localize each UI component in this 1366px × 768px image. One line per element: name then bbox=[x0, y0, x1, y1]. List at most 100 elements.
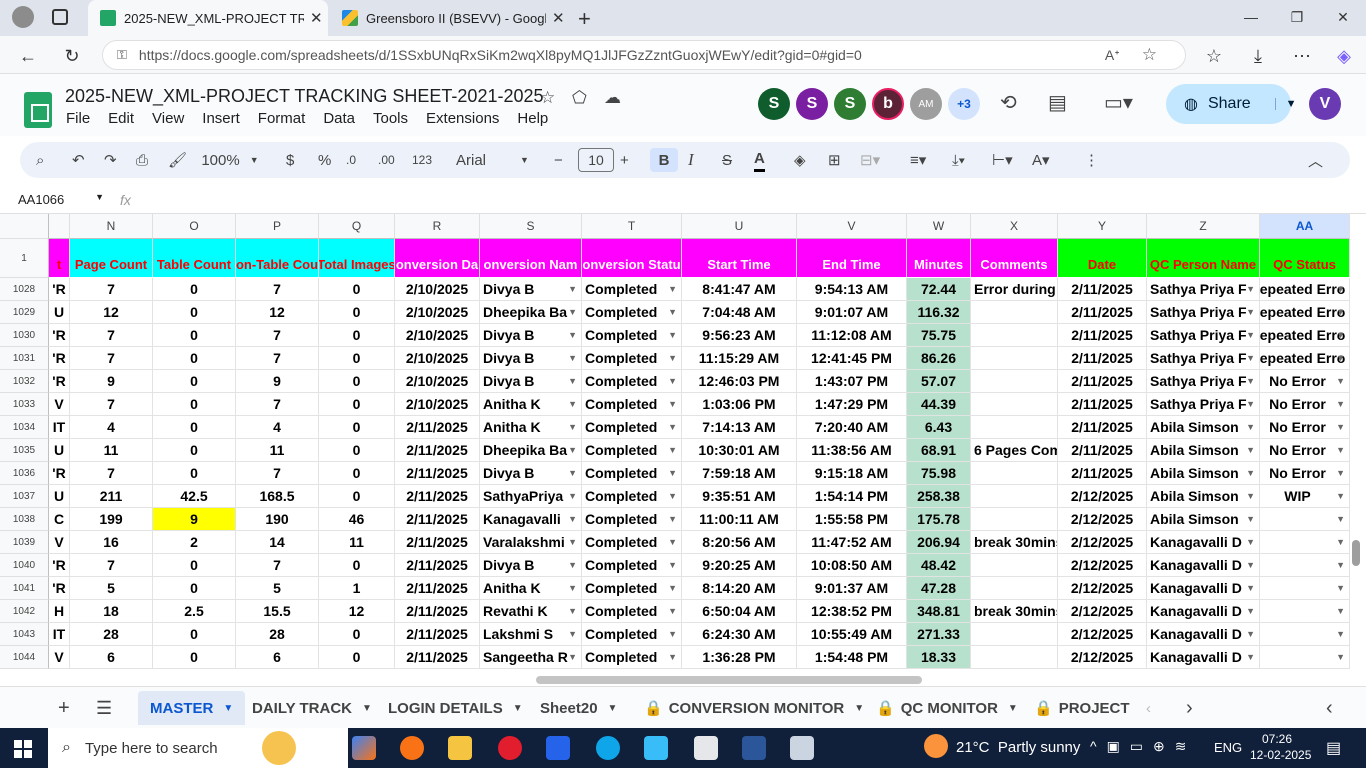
header-cell[interactable]: onversion Statu bbox=[582, 239, 682, 277]
dropdown-chip-icon[interactable]: ▼ bbox=[668, 307, 677, 317]
cell-z[interactable]: Sathya Priya F ▼ bbox=[1147, 347, 1260, 370]
cell-r[interactable]: 2/10/2025 bbox=[395, 347, 480, 370]
document-title[interactable]: 2025-NEW_XML-PROJECT TRACKING SHEET-2021… bbox=[65, 86, 544, 107]
dropdown-chip-icon[interactable]: ▼ bbox=[1336, 652, 1345, 662]
cell-x[interactable] bbox=[971, 416, 1058, 439]
dropdown-chip-icon[interactable]: ▼ bbox=[1336, 468, 1345, 478]
row-header[interactable]: 1031 bbox=[0, 347, 49, 370]
cell-m[interactable]: IT bbox=[49, 623, 70, 646]
row-header[interactable]: 1042 bbox=[0, 600, 49, 623]
cell-v[interactable]: 11:38:56 AM bbox=[797, 439, 907, 462]
dropdown-chip-icon[interactable]: ▼ bbox=[568, 606, 577, 616]
cell-q[interactable]: 0 bbox=[319, 439, 395, 462]
cell-t[interactable]: Completed ▼ bbox=[582, 646, 682, 669]
cell-o[interactable]: 0 bbox=[153, 646, 236, 669]
cell-o[interactable]: 0 bbox=[153, 278, 236, 301]
menu-tools[interactable]: Tools bbox=[373, 110, 408, 127]
cell-x[interactable] bbox=[971, 508, 1058, 531]
weather-text[interactable]: 21°C Partly sunny bbox=[956, 739, 1080, 756]
cell-u[interactable]: 9:35:51 AM bbox=[682, 485, 797, 508]
browser-tab-drive[interactable]: Greensboro II (BSEVV) - Google D ✕ bbox=[330, 0, 570, 36]
cell-v[interactable]: 11:47:52 AM bbox=[797, 531, 907, 554]
dropdown-chip-icon[interactable]: ▼ bbox=[1246, 330, 1255, 340]
cell-t[interactable]: Completed ▼ bbox=[582, 600, 682, 623]
cell-aa[interactable]: No Error ▼ bbox=[1260, 370, 1350, 393]
zoom-select[interactable]: 100% ▼ bbox=[200, 148, 260, 172]
cell-n[interactable]: 211 bbox=[70, 485, 153, 508]
cell-w[interactable]: 47.28 bbox=[907, 577, 971, 600]
dropdown-chip-icon[interactable]: ▼ bbox=[568, 629, 577, 639]
cell-n[interactable]: 11 bbox=[70, 439, 153, 462]
cell-p[interactable]: 9 bbox=[236, 370, 319, 393]
dropdown-chip-icon[interactable]: ▼ bbox=[668, 330, 677, 340]
cell-u[interactable]: 9:20:25 AM bbox=[682, 554, 797, 577]
cell-m[interactable]: U bbox=[49, 439, 70, 462]
chevron-down-icon[interactable]: ▼ bbox=[513, 703, 523, 714]
dropdown-chip-icon[interactable]: ▼ bbox=[668, 537, 677, 547]
back-icon[interactable]: ← bbox=[14, 42, 42, 70]
more-icon[interactable]: ⋯ bbox=[1288, 42, 1316, 70]
row-header[interactable]: 1029 bbox=[0, 301, 49, 324]
cell-q[interactable]: 0 bbox=[319, 485, 395, 508]
font-select[interactable]: Arial ▼ bbox=[456, 148, 536, 172]
increase-font-size-icon[interactable]: + bbox=[620, 148, 629, 172]
dropdown-chip-icon[interactable]: ▼ bbox=[568, 399, 577, 409]
dropdown-chip-icon[interactable]: ▼ bbox=[1246, 445, 1255, 455]
cell-u[interactable]: 7:04:48 AM bbox=[682, 301, 797, 324]
cell-q[interactable]: 1 bbox=[319, 577, 395, 600]
cell-q[interactable]: 0 bbox=[319, 278, 395, 301]
borders-icon[interactable]: ⊞ bbox=[828, 148, 841, 172]
cell-r[interactable]: 2/11/2025 bbox=[395, 462, 480, 485]
taskbar-search[interactable]: ⌕ Type here to search bbox=[48, 728, 348, 768]
row-header[interactable]: 1037 bbox=[0, 485, 49, 508]
cell-o[interactable]: 0 bbox=[153, 347, 236, 370]
dropdown-chip-icon[interactable]: ▼ bbox=[1246, 560, 1255, 570]
chevron-down-icon[interactable]: ▼ bbox=[1008, 703, 1018, 714]
chevron-down-icon[interactable]: ▼ bbox=[223, 703, 233, 714]
language-indicator[interactable]: ENG bbox=[1214, 740, 1242, 755]
cell-t[interactable]: Completed ▼ bbox=[582, 439, 682, 462]
cell-s[interactable]: Divya B ▼ bbox=[480, 278, 582, 301]
dropdown-chip-icon[interactable]: ▼ bbox=[1336, 629, 1345, 639]
presentation-app-icon[interactable] bbox=[790, 736, 814, 760]
close-tab-icon[interactable]: ✕ bbox=[552, 9, 565, 27]
cell-r[interactable]: 2/11/2025 bbox=[395, 623, 480, 646]
cell-x[interactable] bbox=[971, 347, 1058, 370]
cell-t[interactable]: Completed ▼ bbox=[582, 508, 682, 531]
formula-input[interactable] bbox=[146, 189, 1346, 211]
cell-p[interactable]: 6 bbox=[236, 646, 319, 669]
cell-o[interactable]: 0 bbox=[153, 554, 236, 577]
cell-y[interactable]: 2/11/2025 bbox=[1058, 439, 1147, 462]
cell-v[interactable]: 10:55:49 AM bbox=[797, 623, 907, 646]
cell-o[interactable]: 0 bbox=[153, 301, 236, 324]
row-header[interactable]: 1035 bbox=[0, 439, 49, 462]
cell-p[interactable]: 14 bbox=[236, 531, 319, 554]
paint-format-icon[interactable]: 🖌 bbox=[168, 148, 187, 172]
text-wrapping-icon[interactable]: ⊢▾ bbox=[992, 148, 1013, 172]
close-window-icon[interactable]: ✕ bbox=[1320, 0, 1366, 34]
cell-n[interactable]: 7 bbox=[70, 393, 153, 416]
dropdown-chip-icon[interactable]: ▼ bbox=[668, 353, 677, 363]
percent-format-button[interactable]: % bbox=[318, 148, 331, 172]
cell-m[interactable]: 'R bbox=[49, 577, 70, 600]
collaborator-avatar[interactable]: S bbox=[758, 88, 790, 120]
column-header[interactable]: V bbox=[797, 214, 907, 239]
row-header[interactable]: 1041 bbox=[0, 577, 49, 600]
dropdown-chip-icon[interactable]: ▼ bbox=[668, 376, 677, 386]
cell-t[interactable]: Completed ▼ bbox=[582, 324, 682, 347]
row-header[interactable]: 1044 bbox=[0, 646, 49, 669]
cell-o[interactable]: 0 bbox=[153, 623, 236, 646]
cell-m[interactable]: 'R bbox=[49, 554, 70, 577]
cell-v[interactable]: 7:20:40 AM bbox=[797, 416, 907, 439]
cell-r[interactable]: 2/11/2025 bbox=[395, 508, 480, 531]
tray-icons[interactable]: ^▣▭⊕≋ bbox=[1090, 738, 1197, 755]
dropdown-chip-icon[interactable]: ▼ bbox=[1336, 353, 1345, 363]
cell-r[interactable]: 2/10/2025 bbox=[395, 393, 480, 416]
fill-color-icon[interactable]: ◈ bbox=[794, 148, 806, 172]
dropdown-chip-icon[interactable]: ▼ bbox=[568, 560, 577, 570]
word-app-icon[interactable] bbox=[742, 736, 766, 760]
cell-r[interactable]: 2/11/2025 bbox=[395, 531, 480, 554]
cell-r[interactable]: 2/10/2025 bbox=[395, 370, 480, 393]
cell-v[interactable]: 10:08:50 AM bbox=[797, 554, 907, 577]
cell-p[interactable]: 12 bbox=[236, 301, 319, 324]
